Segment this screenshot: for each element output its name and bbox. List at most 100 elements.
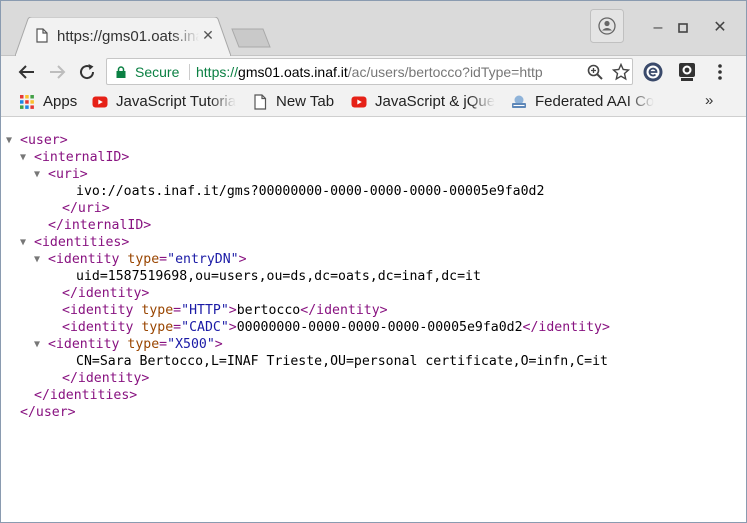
xml-line: </uri>	[1, 200, 610, 217]
xml-tag: =	[159, 337, 168, 352]
xml-line: </identity>	[1, 370, 610, 387]
youtube-icon	[351, 96, 367, 108]
xml-tree: ▼ <user> ▼ <internalID> ▼ <uri> ivo://oats.ina…	[1, 132, 610, 421]
collapse-toggle-icon[interactable]: ▼	[34, 336, 44, 353]
xml-line: CN=Sara Bertocco,L=INAF Trieste,OU=perso…	[1, 353, 610, 370]
zoom-icon[interactable]	[586, 63, 604, 81]
document-icon	[36, 28, 48, 43]
bookmark-apps[interactable]: Apps	[19, 92, 89, 112]
new-tab-button[interactable]	[231, 28, 271, 48]
xml-line: ▼ <identity type="X500">	[1, 336, 610, 353]
xml-tag: >	[228, 303, 237, 318]
page-icon	[254, 94, 267, 110]
xml-tag: <identity	[62, 320, 142, 335]
xml-line: </user>	[1, 404, 610, 421]
tab-active[interactable]: https://gms01.oats.inaf.it ✕	[15, 17, 231, 56]
xml-tag: <user>	[20, 133, 68, 148]
back-arrow-icon[interactable]	[16, 61, 38, 83]
xml-tag: <internalID>	[34, 150, 130, 165]
browser-window: https://gms01.oats.inaf.it ✕ – ✕	[0, 0, 747, 523]
url-scheme: https://	[196, 64, 239, 80]
collapse-toggle-icon[interactable]: ▼	[6, 132, 16, 149]
xml-tag: =	[173, 320, 182, 335]
xml-tag: </user>	[20, 405, 76, 420]
xml-attr-name: type	[141, 303, 174, 318]
forward-arrow-icon[interactable]	[46, 61, 68, 83]
omnibox-divider	[189, 64, 190, 80]
xml-tag: <identities>	[34, 235, 130, 250]
xml-line: uid=1587519698,ou=users,ou=ds,dc=oats,dc…	[1, 268, 610, 285]
tab-strip: https://gms01.oats.inaf.it ✕ – ✕	[1, 1, 746, 56]
xml-line: ivo://oats.inaf.it/gms?00000000-0000-000…	[1, 183, 610, 200]
extension-e-icon[interactable]	[642, 61, 664, 83]
xml-attr-value: "HTTP"	[181, 303, 229, 318]
youtube-icon	[92, 96, 108, 108]
xml-line: ▼ <user>	[1, 132, 610, 149]
url-path: /ac/users/bertocco?idType=http	[347, 64, 543, 80]
xml-tag: </internalID>	[48, 218, 152, 233]
xml-text: bertocco	[236, 303, 301, 318]
bookmarks-overflow-button[interactable]: »	[705, 92, 713, 109]
maximize-button[interactable]	[669, 15, 697, 41]
xml-tag: <uri>	[48, 167, 88, 182]
xml-tag: =	[173, 303, 182, 318]
xml-tag: </identity>	[62, 371, 150, 386]
xml-tag: <identity	[62, 303, 142, 318]
xml-tag: </identity>	[522, 320, 610, 335]
bookmark-label: Apps	[43, 93, 78, 110]
reload-icon[interactable]	[76, 61, 98, 83]
bookmark-federated-aai[interactable]: Federated AAI Co	[511, 92, 659, 112]
xml-tag: >	[214, 337, 223, 352]
bookmark-label: Federated AAI Co	[535, 93, 655, 110]
bookmarks-bar: Apps JavaScript Tutoria New Tab JavaScri…	[1, 88, 746, 117]
xml-attr-value: "entryDN"	[167, 252, 239, 267]
xml-text: ivo://oats.inaf.it/gms?00000000-0000-000…	[76, 184, 545, 199]
xml-tag: </uri>	[62, 201, 110, 216]
xml-line: </identity>	[1, 285, 610, 302]
bookmark-star-icon[interactable]	[612, 63, 630, 81]
xml-attr-name: type	[127, 337, 160, 352]
bookmark-new-tab[interactable]: New Tab	[252, 92, 342, 112]
profile-icon[interactable]	[590, 9, 624, 43]
xml-line: ▼ <identity type="entryDN">	[1, 251, 610, 268]
close-window-button[interactable]: ✕	[706, 15, 734, 41]
xml-tag: <identity	[48, 337, 128, 352]
bookmark-javascript-jquery[interactable]: JavaScript & jQue	[351, 92, 499, 112]
bookmark-label: JavaScript Tutoria	[116, 93, 237, 110]
bookmark-javascript-tutorial[interactable]: JavaScript Tutoria	[92, 92, 242, 112]
xml-line: </identities>	[1, 387, 610, 404]
collapse-toggle-icon[interactable]: ▼	[34, 251, 44, 268]
xml-tag: =	[159, 252, 168, 267]
tab-close-icon[interactable]: ✕	[200, 27, 216, 43]
xml-line: ▼ <uri>	[1, 166, 610, 183]
url-text[interactable]: https://gms01.oats.inaf.it/ac/users/bert…	[196, 64, 576, 80]
xml-tag: >	[228, 320, 237, 335]
xml-tag: </identities>	[34, 388, 138, 403]
secure-label: Secure	[135, 64, 180, 80]
page-content: ▼ <user> ▼ <internalID> ▼ <uri> ivo://oats.ina…	[1, 117, 746, 522]
minimize-button[interactable]: –	[644, 15, 672, 41]
toolbar: Secure https://gms01.oats.inaf.it/ac/use…	[1, 56, 746, 88]
xml-tag: <identity	[48, 252, 128, 267]
xml-tag: >	[238, 252, 247, 267]
xml-line: </internalID>	[1, 217, 610, 234]
federation-icon	[512, 95, 526, 108]
lock-icon	[116, 66, 126, 78]
bookmark-label: New Tab	[276, 93, 335, 110]
xml-text: CN=Sara Bertocco,L=INAF Trieste,OU=perso…	[76, 354, 608, 369]
menu-kebab-icon[interactable]	[715, 62, 725, 82]
tab-title: https://gms01.oats.inaf.it	[57, 28, 199, 45]
xml-text: 00000000-0000-0000-0000-00005e9fa0d2	[236, 320, 523, 335]
extension-webcam-icon[interactable]	[676, 61, 698, 83]
collapse-toggle-icon[interactable]: ▼	[20, 149, 30, 166]
address-bar[interactable]: Secure https://gms01.oats.inaf.it/ac/use…	[106, 58, 633, 85]
xml-line: ▼ <identities>	[1, 234, 610, 251]
xml-attr-value: "X500"	[167, 337, 215, 352]
xml-attr-name: type	[141, 320, 174, 335]
collapse-toggle-icon[interactable]: ▼	[34, 166, 44, 183]
xml-text: uid=1587519698,ou=users,ou=ds,dc=oats,dc…	[76, 269, 481, 284]
collapse-toggle-icon[interactable]: ▼	[20, 234, 30, 251]
xml-attr-name: type	[127, 252, 160, 267]
apps-grid-icon	[20, 95, 34, 109]
xml-line: <identity type="HTTP">bertocco</identity…	[1, 302, 610, 319]
